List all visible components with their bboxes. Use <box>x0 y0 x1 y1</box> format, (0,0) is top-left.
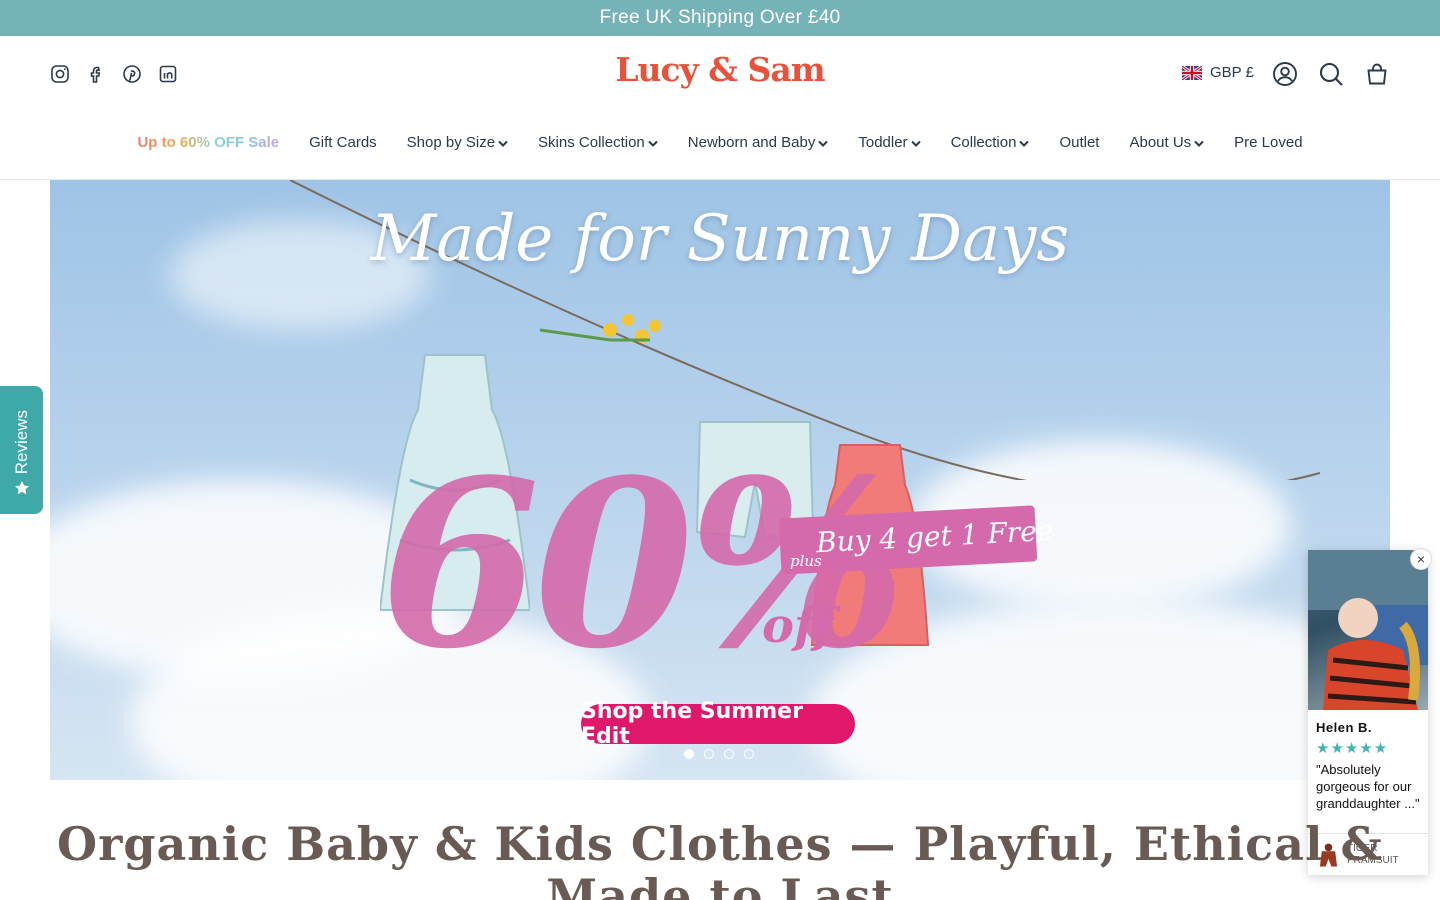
shop-summer-edit-button[interactable]: Shop the Summer Edit <box>581 699 855 749</box>
site-header: Lucy & Sam GBP £ Up to 60% OFF Sale Gift… <box>0 36 1440 180</box>
page-title: Organic Baby & Kids Clothes — Playful, E… <box>57 817 1383 900</box>
nav-skins-collection[interactable]: Skins Collection <box>538 134 658 151</box>
chevron-down-icon <box>1019 140 1030 147</box>
nav-toddler[interactable]: Toddler <box>858 134 921 151</box>
nav-sale[interactable]: Up to 60% OFF Sale <box>137 134 279 151</box>
reviews-tab-label: Reviews <box>11 409 31 474</box>
reviewer-name: Helen B. <box>1316 720 1373 735</box>
social-links <box>50 64 178 84</box>
facebook-icon[interactable] <box>86 64 106 84</box>
search-icon[interactable] <box>1318 61 1344 87</box>
header-actions <box>1272 61 1390 87</box>
chevron-down-icon <box>818 140 829 147</box>
pinterest-icon[interactable] <box>122 64 142 84</box>
baby-photo-graphic <box>1308 550 1428 710</box>
currency-selector[interactable]: GBP £ <box>1182 64 1254 81</box>
review-stars: ★★★★★ <box>1316 740 1389 757</box>
announcement-text: Free UK Shipping Over £40 <box>599 7 841 28</box>
chevron-down-icon <box>1194 140 1204 147</box>
nav-label: Newborn and Baby <box>687 134 816 151</box>
instagram-icon[interactable] <box>50 64 70 84</box>
nav-newborn-and-baby[interactable]: Newborn and Baby <box>688 134 829 151</box>
linkedin-icon[interactable] <box>158 64 178 84</box>
cart-icon[interactable] <box>1364 61 1390 87</box>
review-photo <box>1308 550 1428 710</box>
nav-collection[interactable]: Collection <box>951 134 1030 151</box>
nav-gift-cards[interactable]: Gift Cards <box>309 134 377 151</box>
nav-label: Shop by Size <box>406 134 496 151</box>
hero-discount-suffix: off <box>762 598 834 654</box>
nav-shop-by-size[interactable]: Shop by Size <box>407 134 508 151</box>
chevron-down-icon <box>648 140 658 147</box>
nav-about-us[interactable]: About Us <box>1129 134 1204 151</box>
hero-headline: Made for Sunny Days <box>370 202 1070 276</box>
nav-label: Collection <box>950 134 1017 151</box>
nav-pre-loved[interactable]: Pre Loved <box>1234 134 1302 151</box>
currency-label: GBP £ <box>1210 64 1254 81</box>
announcement-bar: Free UK Shipping Over £40 <box>0 0 1440 36</box>
star-icon <box>14 481 29 495</box>
nav-label: About Us <box>1129 134 1192 151</box>
slide-dot[interactable] <box>724 749 734 759</box>
slide-dot[interactable] <box>684 749 694 759</box>
nav-sale-label: Up to 60% OFF Sale <box>137 134 280 151</box>
chevron-down-icon <box>498 140 508 147</box>
slide-dot[interactable] <box>744 749 754 759</box>
uk-flag-icon <box>1182 65 1202 80</box>
nav-outlet[interactable]: Outlet <box>1059 134 1099 151</box>
main-nav: Up to 60% OFF Sale Gift Cards Shop by Si… <box>0 134 1440 151</box>
account-icon[interactable] <box>1272 61 1298 87</box>
close-icon[interactable]: × <box>1410 548 1432 570</box>
nav-label: Pre Loved <box>1234 134 1303 151</box>
nav-label: Gift Cards <box>309 134 377 151</box>
nav-label: Toddler <box>858 134 908 151</box>
chevron-down-icon <box>910 140 921 147</box>
slide-dot[interactable] <box>704 749 714 759</box>
review-quote: "Absolutely gorgeous for our granddaught… <box>1316 762 1420 811</box>
brand-logo[interactable]: Lucy & Sam <box>600 50 840 89</box>
nav-label: Outlet <box>1059 134 1100 151</box>
slide-dots <box>684 749 754 759</box>
nav-label: Skins Collection <box>538 134 645 151</box>
reviews-tab[interactable]: Reviews <box>0 386 43 514</box>
hero-slideshow[interactable]: Made for Sunny Days 60% plus Buy 4 get 1… <box>50 180 1390 780</box>
